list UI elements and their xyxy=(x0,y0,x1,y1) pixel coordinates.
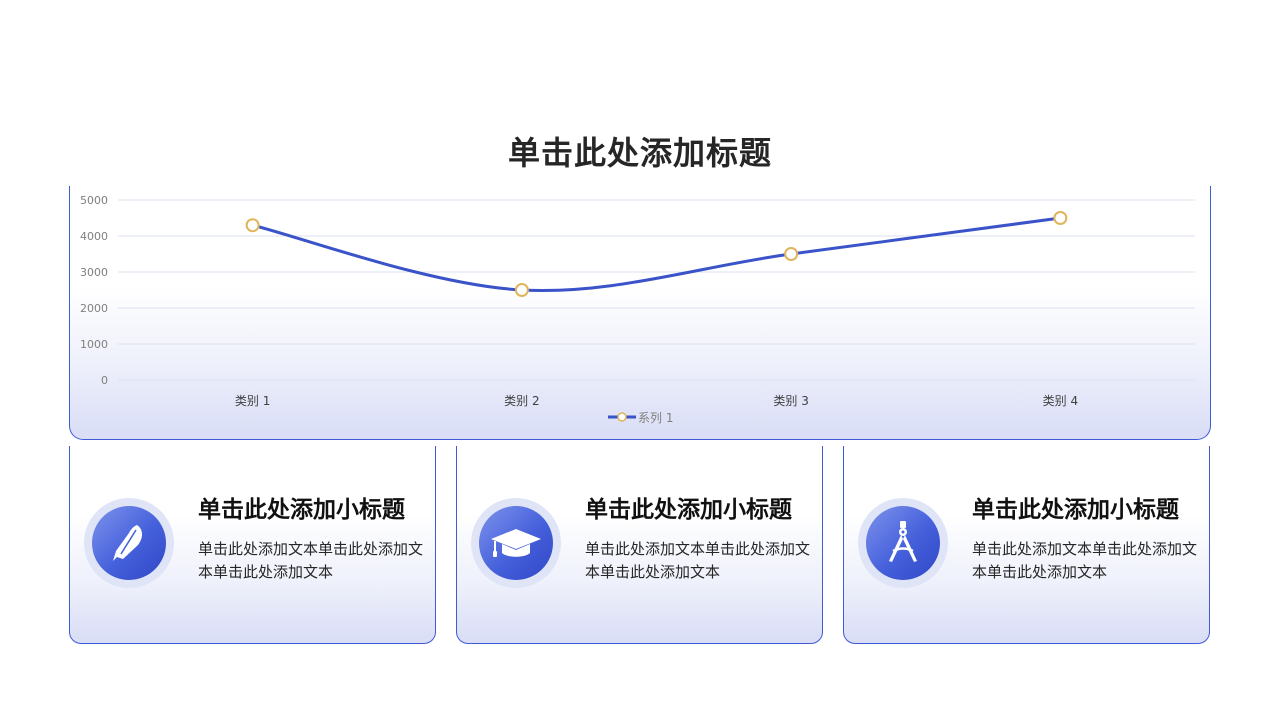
feature-card-2[interactable]: 单击此处添加小标题 单击此处添加文本单击此处添加文本单击此处添加文本 xyxy=(456,446,823,644)
card-text[interactable]: 单击此处添加文本单击此处添加文本单击此处添加文本 xyxy=(198,538,426,584)
y-tick-label: 0 xyxy=(101,374,108,387)
slide: 单击此处添加标题 010002000300040005000 类别 1类别 2类… xyxy=(0,0,1280,720)
x-tick-label: 类别 2 xyxy=(504,394,539,408)
y-axis-ticks: 0 1000 2000 3000 4000 5000 xyxy=(80,194,108,387)
chart-series xyxy=(247,212,1067,296)
x-tick-label: 类别 1 xyxy=(235,394,270,408)
x-tick-label: 类别 3 xyxy=(773,394,808,408)
line-chart[interactable]: 0 1000 2000 3000 4000 5000 类别 1 类别 2 类别 3 类别 4 系… xyxy=(0,0,1280,440)
y-tick-label: 1000 xyxy=(80,338,108,351)
feature-card-3[interactable]: 单击此处添加小标题 单击此处添加文本单击此处添加文本单击此处添加文本 xyxy=(843,446,1210,644)
card-text[interactable]: 单击此处添加文本单击此处添加文本单击此处添加文本 xyxy=(585,538,813,584)
data-point xyxy=(247,219,259,231)
card-icon-badge xyxy=(84,498,174,588)
card-text[interactable]: 单击此处添加文本单击此处添加文本单击此处添加文本 xyxy=(972,538,1200,584)
series-line xyxy=(253,218,1061,291)
data-point xyxy=(1054,212,1066,224)
card-icon-badge xyxy=(471,498,561,588)
legend-label: 系列 1 xyxy=(638,411,673,425)
graduation-cap-icon xyxy=(489,521,543,565)
feature-card-1[interactable]: 单击此处添加小标题 单击此处添加文本单击此处添加文本单击此处添加文本 xyxy=(69,446,436,644)
card-icon-badge xyxy=(858,498,948,588)
x-tick-label: 类别 4 xyxy=(1043,394,1078,408)
drafting-compass-icon xyxy=(881,519,925,567)
chart-legend[interactable]: 系列 1 xyxy=(608,411,673,425)
data-point xyxy=(516,284,528,296)
y-tick-label: 3000 xyxy=(80,266,108,279)
y-tick-label: 2000 xyxy=(80,302,108,315)
card-title[interactable]: 单击此处添加小标题 xyxy=(198,490,405,524)
card-title[interactable]: 单击此处添加小标题 xyxy=(972,490,1179,524)
pen-nib-icon xyxy=(107,521,151,565)
x-axis-ticks: 类别 1 类别 2 类别 3 类别 4 xyxy=(235,394,1078,408)
y-tick-label: 4000 xyxy=(80,230,108,243)
chart-gridlines xyxy=(118,200,1195,380)
data-point xyxy=(785,248,797,260)
card-title[interactable]: 单击此处添加小标题 xyxy=(585,490,792,524)
y-tick-label: 5000 xyxy=(80,194,108,207)
legend-marker-swatch xyxy=(618,413,626,421)
